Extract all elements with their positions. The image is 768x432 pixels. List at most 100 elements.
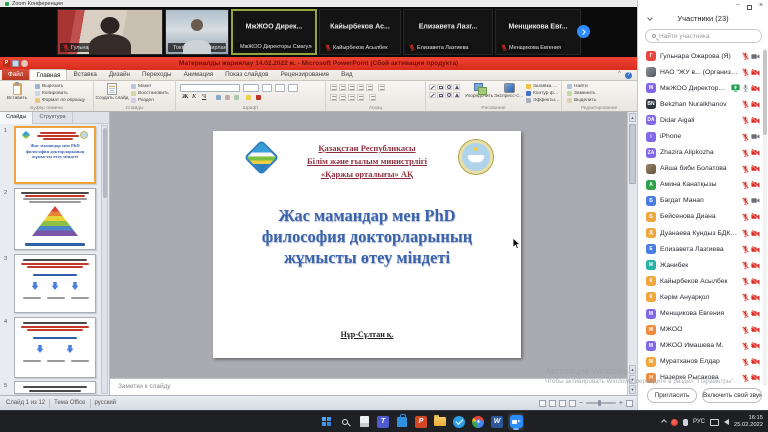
reset-button[interactable]: Восстановить	[131, 91, 174, 96]
ribbon-tab-дизайн[interactable]: Дизайн	[103, 69, 136, 80]
taskbar-icon-file-explorer[interactable]	[432, 413, 448, 430]
align-right-button[interactable]	[348, 94, 355, 101]
shape-effects-button[interactable]: Эффекты фигур	[526, 98, 560, 103]
recording-indicator-icon[interactable]	[671, 419, 678, 426]
video-tile[interactable]: Токтыбаев Темирлан	[165, 9, 229, 55]
scroll-thumb[interactable]	[629, 124, 636, 184]
participant-row[interactable]: ЕЕлизавета Лазгиева	[638, 241, 764, 257]
scroll-down-icon[interactable]: ▼	[629, 385, 636, 394]
slide-thumbnail-1[interactable]: Жас мамандар мен PhD философия докторлар…	[14, 126, 96, 184]
shape-outline-button[interactable]: Контур фигуры	[526, 91, 560, 96]
tab-slides[interactable]: Слайды	[0, 112, 33, 124]
participant-row[interactable]: ММЖОО	[638, 322, 764, 338]
shape-rect2-icon[interactable]	[437, 92, 444, 98]
copy-button[interactable]: Копировать	[35, 91, 92, 96]
paste-button[interactable]: Вставить	[3, 83, 31, 101]
clock[interactable]: 16:15 25.02.2022	[734, 415, 763, 429]
participants-scrollbar[interactable]	[763, 48, 767, 386]
participant-row[interactable]: ММенщикова Евгения	[638, 306, 764, 322]
participant-row[interactable]: iiPhone	[638, 128, 764, 144]
shape-line2-icon[interactable]	[429, 92, 436, 98]
participant-row[interactable]: ММуратханов Елдар	[638, 354, 764, 370]
ribbon-tab-переходы[interactable]: Переходы	[136, 69, 178, 80]
display-tray-icon[interactable]	[710, 419, 719, 426]
slide-thumbnail-4[interactable]	[14, 317, 96, 378]
participant-row[interactable]: ZAZhazira Alipkozha	[638, 145, 764, 161]
new-slide-button[interactable]: Создать слайд	[96, 83, 128, 101]
ribbon-tab-рецензирование[interactable]: Рецензирование	[275, 69, 336, 80]
bold-button[interactable]: Ж	[182, 93, 188, 101]
microphone-tray-icon[interactable]	[683, 419, 688, 426]
font-size-box[interactable]	[243, 84, 259, 92]
text-shadow-button[interactable]	[216, 95, 221, 100]
ribbon-tab-файл[interactable]: Файл	[2, 69, 29, 80]
layout-button[interactable]: Макет	[131, 84, 174, 89]
slide-thumbnail-3[interactable]	[14, 254, 96, 313]
slideshow-view-icon[interactable]	[569, 400, 576, 407]
participant-row[interactable]: ЖЖанибек	[638, 257, 764, 273]
slide-scrollbar[interactable]: ▲ ▲ ▼ ▼	[627, 112, 637, 395]
find-button[interactable]: Найти	[567, 84, 631, 89]
line-spacing-button[interactable]	[366, 84, 373, 91]
participant-row[interactable]: ААмина Канатқызы	[638, 177, 764, 193]
quick-styles-button[interactable]: Экспресс-стили	[494, 83, 524, 99]
slide-sorter-view-icon[interactable]	[549, 400, 556, 407]
ribbon-tab-вставка[interactable]: Вставка	[67, 69, 102, 80]
next-slide-icon[interactable]: ▼	[629, 375, 636, 384]
taskbar-icon-document[interactable]	[356, 413, 372, 430]
minimize-icon[interactable]: −	[736, 1, 740, 11]
text-direction-button[interactable]	[378, 84, 385, 91]
format-painter-button[interactable]: Формат по образцу	[35, 98, 92, 103]
tab-outline[interactable]: Структура	[33, 112, 72, 124]
shrink-font-button[interactable]	[275, 84, 285, 92]
shape-line-icon[interactable]	[429, 84, 436, 90]
previous-slide-icon[interactable]: ▲	[629, 365, 636, 374]
taskbar-icon-powerpoint[interactable]	[413, 413, 429, 430]
taskbar-icon-teams[interactable]	[375, 413, 391, 430]
participant-row[interactable]: ККайырбеков Асылбек	[638, 273, 764, 289]
invite-button[interactable]: Пригласить	[647, 388, 697, 403]
participant-row[interactable]: ККәрім Ануарқол	[638, 289, 764, 305]
participant-row[interactable]: ДДуанаева Кундыз БДК-411	[638, 225, 764, 241]
taskbar-icon-store[interactable]	[394, 413, 410, 430]
numbering-button[interactable]	[339, 84, 346, 91]
thumbnail-scrollbar[interactable]	[101, 125, 108, 394]
close-icon[interactable]: ×	[759, 1, 763, 11]
taskbar-icon-start[interactable]	[318, 413, 334, 430]
participant-row[interactable]: ББагдат Манап	[638, 193, 764, 209]
font-color-button[interactable]	[256, 95, 261, 100]
unmute-button[interactable]: Включить свой звук	[702, 388, 762, 403]
scroll-up-icon[interactable]: ▲	[629, 113, 636, 122]
participant-row[interactable]: ГГульнара Ожарова (Я)	[638, 48, 764, 64]
justify-button[interactable]	[357, 94, 364, 101]
align-left-button[interactable]	[330, 94, 337, 101]
participant-row[interactable]: ММжЖОО Директоры Смаг...	[638, 80, 764, 96]
font-name-box[interactable]	[180, 84, 240, 92]
slide-title[interactable]: Жас мамандар мен PhD философия докторлар…	[219, 205, 515, 268]
participant-row[interactable]: DADidar Aigali	[638, 112, 764, 128]
decrease-indent-button[interactable]	[348, 84, 355, 91]
undo-icon[interactable]	[21, 60, 28, 67]
select-button[interactable]: Выделить	[567, 98, 631, 103]
strikethrough-button[interactable]	[225, 95, 230, 100]
arrange-button[interactable]: Упорядочить	[464, 83, 494, 99]
taskbar-icon-teamviewer[interactable]	[451, 413, 467, 430]
shape-circle2-icon[interactable]	[445, 92, 452, 98]
participant-row[interactable]: ММЖОО Имашева М.	[638, 338, 764, 354]
taskbar-icon-chrome[interactable]	[470, 413, 486, 430]
slide-thumbnail-5[interactable]	[14, 381, 96, 394]
participant-row[interactable]: НАО "ЖУ в... (Организатор)	[638, 64, 764, 80]
underline-button[interactable]: Ч	[202, 93, 206, 101]
search-participant-input[interactable]: Найти участника	[645, 29, 762, 43]
grow-font-button[interactable]	[262, 84, 272, 92]
taskbar-icon-word[interactable]	[489, 413, 505, 430]
collapse-ribbon-icon[interactable]: ^	[618, 69, 621, 80]
highlight-color-button[interactable]	[246, 95, 251, 100]
taskbar-icon-zoom[interactable]	[508, 413, 524, 430]
ribbon-tab-главная[interactable]: Главная	[29, 69, 67, 80]
volume-icon[interactable]	[724, 419, 729, 425]
reading-view-icon[interactable]	[559, 400, 566, 407]
shape-fill-button[interactable]: Заливка фигуры	[526, 84, 560, 89]
video-tile[interactable]: Гульнара Ожарова	[57, 9, 163, 55]
zoom-out-icon[interactable]: −	[579, 400, 583, 407]
